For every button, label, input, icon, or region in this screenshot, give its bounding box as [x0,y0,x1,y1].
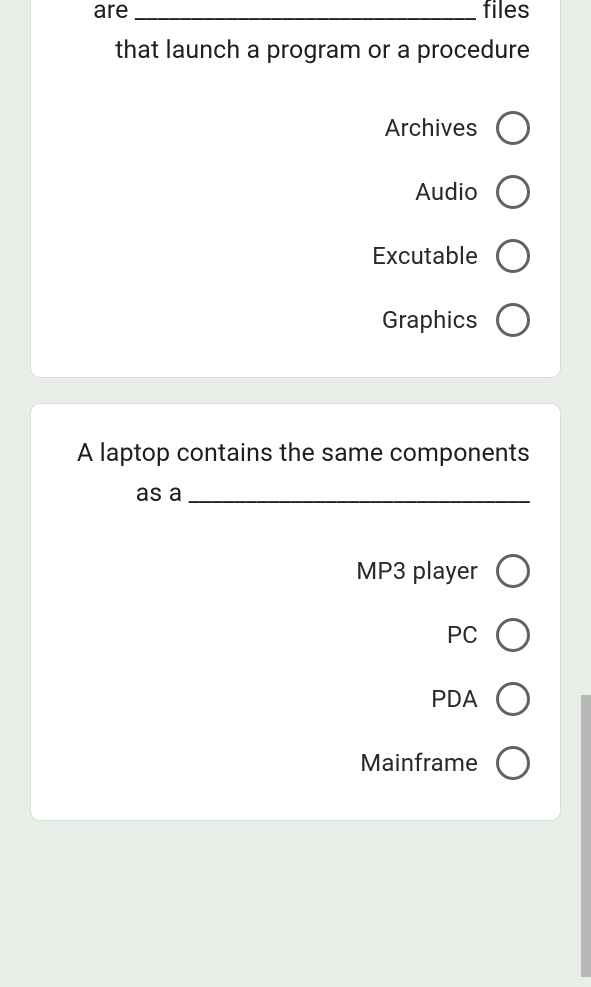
option-label: Mainframe [360,749,478,777]
radio-icon[interactable] [496,746,530,780]
option-label: Audio [415,178,478,206]
option-graphics[interactable]: Graphics [382,303,530,337]
option-mp3-player[interactable]: MP3 player [356,554,530,588]
question-prompt: A laptop contains the same components as… [61,434,530,514]
option-pda[interactable]: PDA [431,682,530,716]
radio-icon[interactable] [496,618,530,652]
option-label: PC [447,621,478,649]
option-audio[interactable]: Audio [415,175,530,209]
scrollbar[interactable] [581,695,591,977]
option-archives[interactable]: Archives [385,111,530,145]
radio-icon[interactable] [496,682,530,716]
question-card: are ______________________________ files… [30,0,561,378]
options-list: Archives Audio Excutable Graphics [61,111,530,337]
question-card: A laptop contains the same components as… [30,403,561,821]
content-wrapper: are ______________________________ files… [0,0,591,821]
option-mainframe[interactable]: Mainframe [360,746,530,780]
radio-icon[interactable] [496,554,530,588]
option-label: MP3 player [356,557,478,585]
option-label: Graphics [382,306,478,334]
option-pc[interactable]: PC [447,618,530,652]
question-prompt: are ______________________________ files… [61,0,530,71]
option-label: Archives [385,114,478,142]
option-label: PDA [431,685,478,713]
option-label: Excutable [372,242,478,270]
radio-icon[interactable] [496,239,530,273]
radio-icon[interactable] [496,175,530,209]
options-list: MP3 player PC PDA Mainframe [61,554,530,780]
radio-icon[interactable] [496,303,530,337]
radio-icon[interactable] [496,111,530,145]
option-excutable[interactable]: Excutable [372,239,530,273]
